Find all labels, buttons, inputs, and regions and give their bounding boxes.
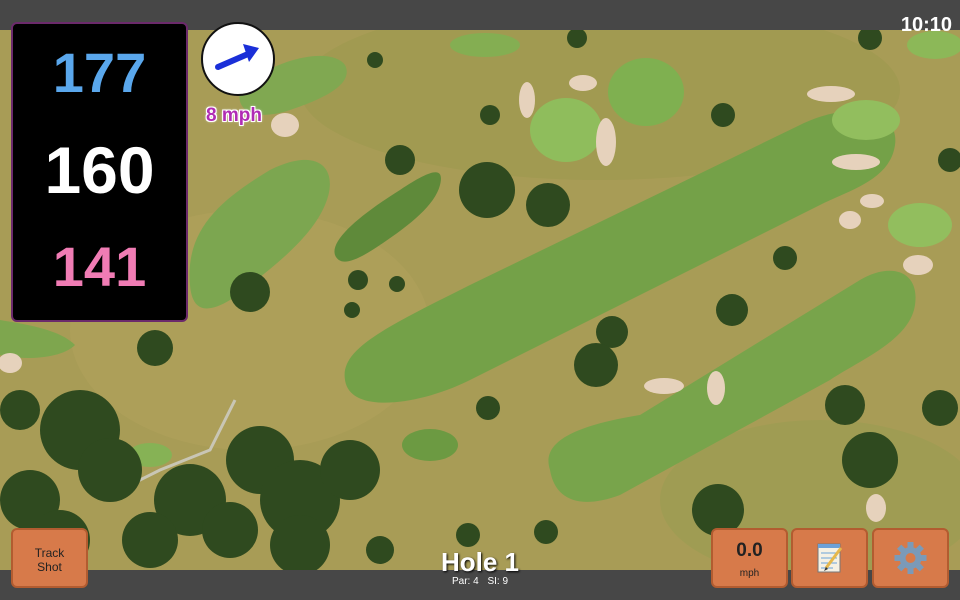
wind-speed-label: 8 mph — [206, 105, 262, 126]
hole-info: Hole 1 Par: 4 SI: 9 — [380, 548, 580, 587]
par-label: Par: 4 — [451, 576, 479, 587]
track-shot-label-line2: Shot — [37, 560, 62, 574]
track-shot-button[interactable]: Track Shot — [11, 528, 88, 588]
speed-value: 0.0 — [736, 540, 763, 561]
stroke-index-label: SI: 9 — [487, 576, 509, 587]
middle-distance: 160 — [44, 133, 155, 207]
wind-indicator — [201, 22, 275, 96]
speed-unit: mph — [739, 568, 760, 579]
notes-button[interactable] — [791, 528, 868, 588]
clock: 10:10 — [900, 14, 952, 36]
wind-direction-arrow-icon — [215, 44, 259, 70]
gear-icon — [894, 542, 927, 574]
front-distance: 141 — [52, 235, 147, 298]
hole-title: Hole 1 — [440, 547, 520, 577]
back-distance: 177 — [52, 41, 147, 104]
notepad-icon — [817, 543, 843, 573]
settings-button[interactable] — [872, 528, 949, 588]
distance-panel: 177 160 141 — [11, 22, 188, 322]
speed-button[interactable]: 0.0 mph — [711, 528, 788, 588]
track-shot-label-line1: Track — [34, 546, 65, 560]
